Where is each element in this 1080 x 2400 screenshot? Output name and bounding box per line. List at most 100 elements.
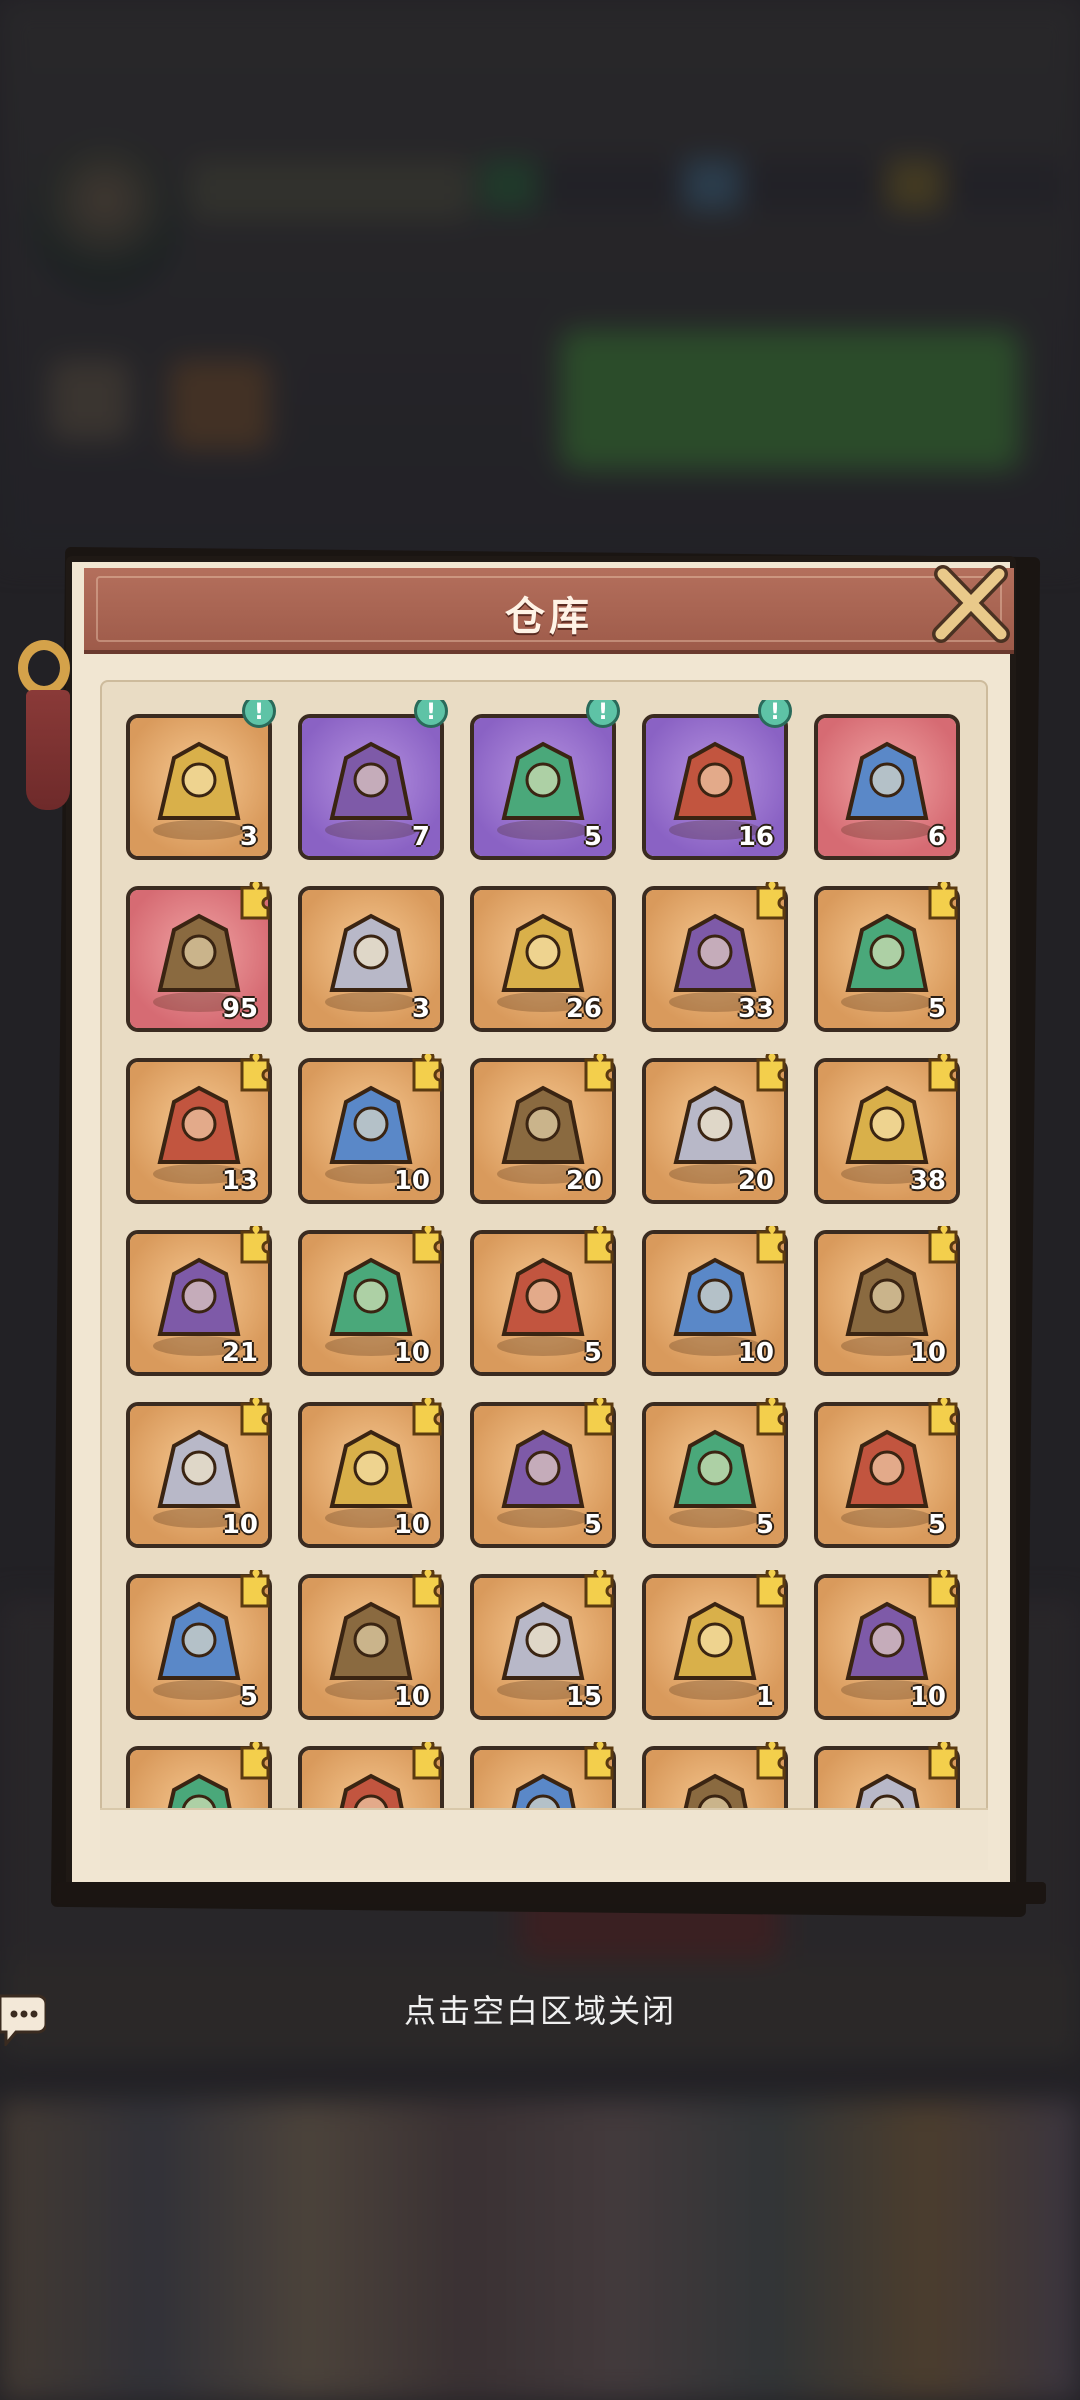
- puzzle-piece-icon: [750, 1394, 790, 1438]
- item-count: 13: [221, 1166, 258, 1196]
- item-slot[interactable]: 20: [470, 1050, 616, 1204]
- item-slot[interactable]: 10: [814, 1222, 960, 1376]
- clasp-ring-icon: [18, 640, 70, 696]
- item-count: 20: [737, 1166, 774, 1196]
- puzzle-piece-icon: [922, 878, 962, 922]
- item-slot[interactable]: [642, 1738, 788, 1810]
- item-slot[interactable]: 38: [814, 1050, 960, 1204]
- item-count: 10: [909, 1338, 946, 1368]
- puzzle-piece-icon: [406, 1222, 446, 1266]
- item-slot[interactable]: 7!: [298, 700, 448, 860]
- puzzle-piece-icon: [922, 1394, 962, 1438]
- item-count: 10: [737, 1338, 774, 1368]
- puzzle-piece-icon: [750, 1050, 790, 1094]
- item-count: 95: [221, 994, 258, 1024]
- item-slot[interactable]: 6: [814, 714, 960, 860]
- item-slot[interactable]: 26: [470, 886, 616, 1032]
- item-slot[interactable]: 10: [814, 1566, 960, 1720]
- puzzle-piece-icon: [406, 1566, 446, 1610]
- item-slot[interactable]: [298, 1738, 444, 1810]
- item-slot[interactable]: 10: [298, 1050, 444, 1204]
- item-slot[interactable]: 10: [126, 1394, 272, 1548]
- puzzle-piece-icon: [922, 1566, 962, 1610]
- item-count: 5: [583, 1338, 602, 1368]
- puzzle-piece-icon: [578, 1566, 618, 1610]
- item-count: 7: [411, 822, 430, 852]
- item-slot[interactable]: 3: [298, 886, 444, 1032]
- grid-footer: [100, 1808, 988, 1870]
- alert-badge-icon: !: [242, 700, 276, 728]
- item-slot[interactable]: 16!: [642, 700, 792, 860]
- item-count: 10: [393, 1166, 430, 1196]
- item-count: 5: [239, 1682, 258, 1712]
- item-slot[interactable]: 10: [298, 1566, 444, 1720]
- puzzle-piece-icon: [234, 878, 274, 922]
- item-slot[interactable]: 13: [126, 1050, 272, 1204]
- tassel-icon: [26, 690, 70, 810]
- item-slot[interactable]: 15: [470, 1566, 616, 1720]
- item-slot[interactable]: 5: [814, 878, 960, 1032]
- item-count: 10: [393, 1682, 430, 1712]
- item-count: 33: [737, 994, 774, 1024]
- puzzle-piece-icon: [578, 1050, 618, 1094]
- item-slot[interactable]: 5!: [470, 700, 620, 860]
- item-count: 21: [221, 1338, 258, 1368]
- item-slot[interactable]: 21: [126, 1222, 272, 1376]
- close-icon: [932, 565, 1010, 643]
- item-slot[interactable]: [126, 1738, 272, 1810]
- item-count: 5: [927, 1510, 946, 1540]
- alert-badge-icon: !: [758, 700, 792, 728]
- item-slot[interactable]: 10: [298, 1394, 444, 1548]
- item-count: 3: [239, 822, 258, 852]
- puzzle-piece-icon: [578, 1222, 618, 1266]
- item-count: 5: [755, 1510, 774, 1540]
- item-count: 10: [393, 1338, 430, 1368]
- item-count: 5: [583, 822, 602, 852]
- item-count: 10: [909, 1682, 946, 1712]
- item-slot[interactable]: 10: [298, 1222, 444, 1376]
- item-slot[interactable]: 20: [642, 1050, 788, 1204]
- item-count: 6: [927, 822, 946, 852]
- puzzle-piece-icon: [406, 1738, 446, 1782]
- item-count: 20: [565, 1166, 602, 1196]
- item-slot[interactable]: 5: [814, 1394, 960, 1548]
- item-count: 15: [565, 1682, 602, 1712]
- item-count: 1: [755, 1682, 774, 1712]
- puzzle-piece-icon: [922, 1222, 962, 1266]
- title-bar: 仓库: [84, 568, 1014, 654]
- window-title: 仓库: [505, 594, 593, 640]
- item-slot[interactable]: 5: [470, 1222, 616, 1376]
- item-count: 16: [737, 822, 774, 852]
- tap-to-close-hint[interactable]: 点击空白区域关闭: [0, 1986, 1080, 2032]
- item-slot[interactable]: 1: [642, 1566, 788, 1720]
- item-slot[interactable]: 10: [642, 1222, 788, 1376]
- puzzle-piece-icon: [750, 1566, 790, 1610]
- puzzle-piece-icon: [750, 1738, 790, 1782]
- puzzle-piece-icon: [750, 878, 790, 922]
- alert-badge-icon: !: [414, 700, 448, 728]
- puzzle-piece-icon: [406, 1050, 446, 1094]
- item-count: 5: [583, 1510, 602, 1540]
- item-slot[interactable]: 5: [126, 1566, 272, 1720]
- item-slot[interactable]: 33: [642, 878, 788, 1032]
- item-count: 10: [393, 1510, 430, 1540]
- puzzle-piece-icon: [406, 1394, 446, 1438]
- item-grid-scroll[interactable]: 3! 7! 5! 16! 6 95 3 26 33 5 13 10 20 20 38 21 10 5 10 10 10 1…: [120, 700, 980, 1810]
- item-count: 3: [411, 994, 430, 1024]
- item-slot[interactable]: 3!: [126, 700, 276, 860]
- item-slot[interactable]: [470, 1738, 616, 1810]
- close-button[interactable]: [925, 560, 1015, 650]
- item-slot[interactable]: 5: [470, 1394, 616, 1548]
- puzzle-piece-icon: [922, 1738, 962, 1782]
- item-slot[interactable]: 95: [126, 878, 272, 1032]
- item-slot[interactable]: 5: [642, 1394, 788, 1548]
- puzzle-piece-icon: [234, 1050, 274, 1094]
- alert-badge-icon: !: [586, 700, 620, 728]
- item-count: 5: [927, 994, 946, 1024]
- puzzle-piece-icon: [234, 1394, 274, 1438]
- puzzle-piece-icon: [578, 1738, 618, 1782]
- item-slot[interactable]: [814, 1738, 960, 1810]
- item-count: 26: [565, 994, 602, 1024]
- puzzle-piece-icon: [922, 1050, 962, 1094]
- puzzle-piece-icon: [234, 1222, 274, 1266]
